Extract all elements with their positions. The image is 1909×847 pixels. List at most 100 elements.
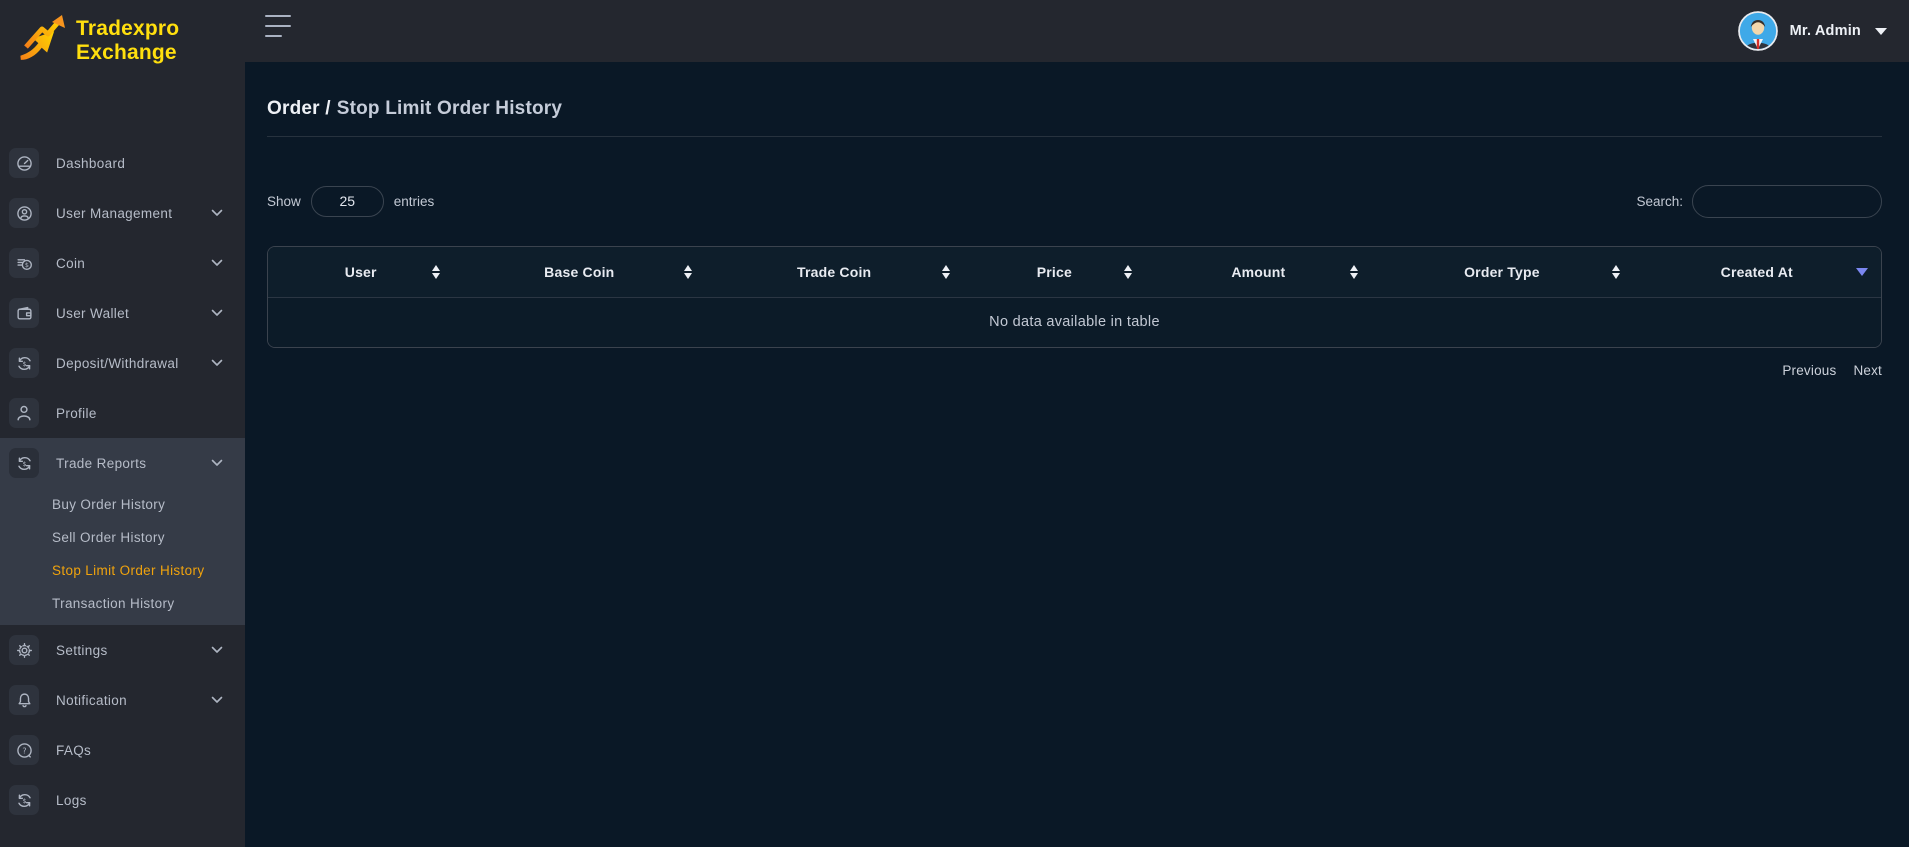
sidebar-item-label: Coin <box>56 256 85 271</box>
main-content: Order / Stop Limit Order History Show 25 … <box>245 62 1909 847</box>
column-header-amount[interactable]: Amount <box>1145 247 1371 297</box>
sidebar-item-label: User Management <box>56 206 172 221</box>
sort-both-icon <box>942 265 950 279</box>
faqs-icon: ? <box>9 735 39 765</box>
notification-icon <box>9 685 39 715</box>
sidebar-item-logs[interactable]: $ Logs <box>0 775 245 825</box>
previous-page-button[interactable]: Previous <box>1782 363 1836 378</box>
sidebar-item-label: Logs <box>56 793 87 808</box>
user-wallet-icon <box>9 298 39 328</box>
empty-table-message: No data available in table <box>268 297 1881 347</box>
svg-text:$: $ <box>22 459 26 467</box>
table-row: No data available in table <box>268 297 1881 347</box>
column-header-trade-coin[interactable]: Trade Coin <box>705 247 963 297</box>
avatar[interactable] <box>1738 11 1778 51</box>
sort-both-icon <box>1124 265 1132 279</box>
hamburger-menu-icon[interactable] <box>265 15 292 37</box>
sidebar-item-deposit-withdrawal[interactable]: $ Deposit/Withdrawal <box>0 338 245 388</box>
sort-both-icon <box>432 265 440 279</box>
sidebar-item-dashboard[interactable]: Dashboard <box>0 138 245 188</box>
sidebar-item-label: User Wallet <box>56 306 129 321</box>
trade-reports-icon: $ <box>9 448 39 478</box>
sidebar-subitem-buy-order-history[interactable]: Buy Order History <box>0 488 245 521</box>
sidebar-menu: Dashboard User Management $ Coin User Wallet… <box>0 138 245 825</box>
brand[interactable]: Tradexpro Exchange <box>0 0 245 69</box>
breadcrumb-section: Order / <box>267 98 331 119</box>
topbar: Mr. Admin <box>0 0 1909 62</box>
column-label: Trade Coin <box>797 264 871 280</box>
entries-label: entries <box>394 194 435 209</box>
column-label: Created At <box>1721 264 1793 280</box>
column-label: Order Type <box>1464 264 1540 280</box>
search-label: Search: <box>1636 194 1683 209</box>
page-title: Order / Stop Limit Order History <box>267 98 1882 120</box>
sort-both-icon <box>1350 265 1358 279</box>
svg-text:$: $ <box>22 359 26 367</box>
page-head: Order / Stop Limit Order History <box>267 98 1882 137</box>
table-header-row: User Base Coin Trade Coin Price Amount Order … <box>268 247 1881 297</box>
sort-both-icon <box>684 265 692 279</box>
sidebar-item-faqs[interactable]: ? FAQs <box>0 725 245 775</box>
sidebar-subitem-stop-limit-order-history[interactable]: Stop Limit Order History <box>0 554 245 587</box>
dashboard-icon <box>9 148 39 178</box>
sidebar-subitem-sell-order-history[interactable]: Sell Order History <box>0 521 245 554</box>
column-header-user[interactable]: User <box>268 247 453 297</box>
column-header-base-coin[interactable]: Base Coin <box>453 247 705 297</box>
sidebar-item-user-wallet[interactable]: User Wallet <box>0 288 245 338</box>
chevron-down-icon <box>211 359 223 367</box>
next-page-button[interactable]: Next <box>1853 363 1882 378</box>
search-input[interactable] <box>1692 185 1882 218</box>
deposit-withdrawal-icon: $ <box>9 348 39 378</box>
sidebar-item-settings[interactable]: Settings <box>0 625 245 675</box>
chevron-down-icon <box>1875 28 1887 35</box>
sidebar-item-label: Deposit/Withdrawal <box>56 356 179 371</box>
logs-icon: $ <box>9 785 39 815</box>
profile-icon <box>9 398 39 428</box>
sidebar-subitem-transaction-history[interactable]: Transaction History <box>0 587 245 620</box>
coin-icon: $ <box>9 248 39 278</box>
svg-text:?: ? <box>22 746 26 755</box>
svg-text:$: $ <box>22 796 26 804</box>
sort-both-icon <box>1612 265 1620 279</box>
search-control: Search: <box>1636 185 1882 218</box>
column-header-order-type[interactable]: Order Type <box>1371 247 1632 297</box>
pagination: Previous Next <box>267 363 1882 378</box>
chevron-down-icon <box>211 309 223 317</box>
sidebar-item-label: Notification <box>56 693 127 708</box>
breadcrumb-page: Stop Limit Order History <box>337 98 562 119</box>
show-label: Show <box>267 194 301 209</box>
column-label: User <box>345 264 377 280</box>
column-label: Amount <box>1231 264 1285 280</box>
brand-name: Tradexpro Exchange <box>76 17 179 64</box>
brand-logo-icon <box>18 13 70 69</box>
orders-table: User Base Coin Trade Coin Price Amount Order … <box>267 246 1882 348</box>
column-header-created-at[interactable]: Created At <box>1633 247 1881 297</box>
sidebar-item-notification[interactable]: Notification <box>0 675 245 725</box>
page-length-control: Show 25 entries <box>267 186 434 217</box>
user-management-icon <box>9 198 39 228</box>
sidebar-item-user-management[interactable]: User Management <box>0 188 245 238</box>
chevron-down-icon <box>211 696 223 704</box>
column-header-price[interactable]: Price <box>963 247 1145 297</box>
sidebar-item-label: FAQs <box>56 743 91 758</box>
svg-text:$: $ <box>24 261 28 269</box>
sidebar-item-label: Dashboard <box>56 156 125 171</box>
sort-desc-icon <box>1856 268 1868 276</box>
chevron-down-icon <box>211 259 223 267</box>
sidebar-item-label: Trade Reports <box>56 456 146 471</box>
column-label: Base Coin <box>544 264 614 280</box>
table-controls: Show 25 entries Search: <box>267 184 1882 218</box>
settings-icon <box>9 635 39 665</box>
sidebar-section-trade-reports: $ Trade Reports Buy Order HistorySell Orde… <box>0 438 245 625</box>
chevron-down-icon <box>211 459 223 467</box>
sidebar-item-coin[interactable]: $ Coin <box>0 238 245 288</box>
sidebar-item-label: Settings <box>56 643 108 658</box>
page-size-select[interactable]: 25 <box>311 186 384 217</box>
sidebar-item-profile[interactable]: Profile <box>0 388 245 438</box>
user-menu[interactable]: Mr. Admin <box>1738 0 1887 62</box>
column-label: Price <box>1037 264 1072 280</box>
sidebar-item-trade-reports[interactable]: $ Trade Reports <box>0 438 245 488</box>
sidebar-item-label: Profile <box>56 406 97 421</box>
chevron-down-icon <box>211 646 223 654</box>
user-name: Mr. Admin <box>1790 23 1861 39</box>
